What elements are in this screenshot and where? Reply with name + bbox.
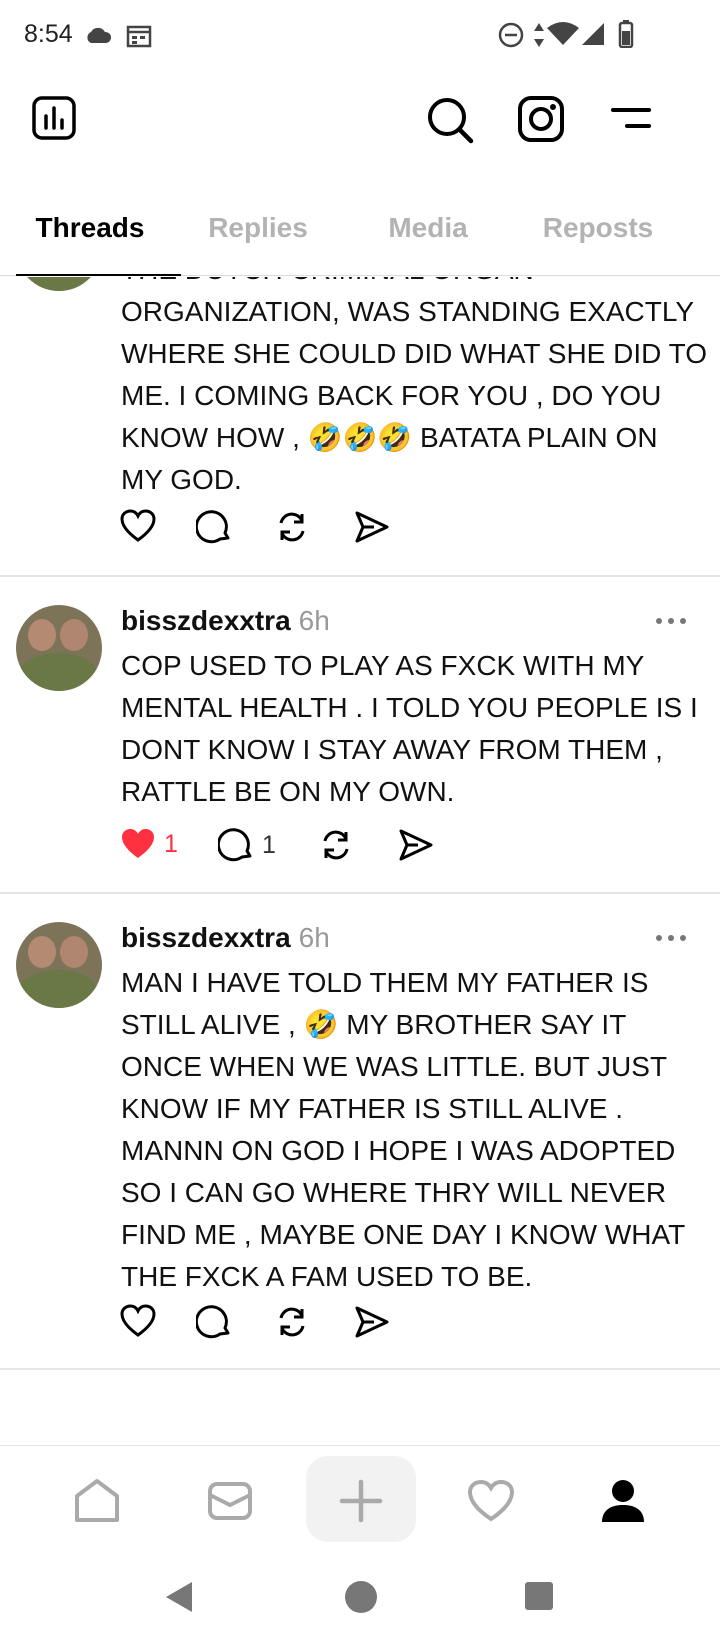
bottom-nav [0, 1445, 720, 1555]
repost-icon[interactable] [318, 827, 354, 863]
profile-icon [602, 1480, 644, 1522]
do-not-disturb-icon [498, 22, 524, 48]
back-icon[interactable] [164, 1580, 194, 1614]
post-header: bisszdexxtra 6h [121, 922, 330, 954]
calendar-icon [126, 25, 152, 48]
like-icon[interactable] [120, 509, 156, 543]
status-time: 8:54 [24, 20, 73, 48]
repost-icon[interactable] [274, 509, 310, 545]
reply-count: 1 [262, 830, 276, 859]
username[interactable]: bisszdexxtra [121, 605, 291, 636]
insights-icon[interactable] [32, 96, 76, 140]
like-button[interactable]: 1 [120, 827, 178, 861]
tab-reposts[interactable]: Reposts [508, 212, 688, 244]
post-text: MAN I HAVE TOLD THEM MY FATHER IS STILL … [121, 967, 686, 1292]
post-actions [118, 1304, 538, 1348]
wifi-icon [547, 22, 579, 45]
battery-icon [618, 20, 634, 48]
post-actions [118, 509, 538, 553]
search-icon[interactable] [426, 96, 474, 144]
cloud-icon [87, 27, 112, 43]
nav-create[interactable] [326, 1466, 396, 1536]
data-arrows-icon [534, 23, 544, 47]
status-bar: 8:54 [0, 0, 720, 72]
top-toolbar [0, 86, 720, 166]
username[interactable]: bisszdexxtra [121, 922, 291, 953]
tab-replies[interactable]: Replies [168, 212, 348, 244]
recents-icon[interactable] [524, 1581, 554, 1611]
thread-post: bisszdexxtra 6h MAN I HAVE TOLD THEM MY F… [0, 894, 720, 1369]
post-text: THE DUTCH CRIMINAL ORGAN ORGANIZATION, W… [121, 277, 707, 495]
active-tab-indicator [16, 274, 181, 276]
activity-icon [467, 1479, 515, 1522]
avatar[interactable] [16, 605, 102, 691]
menu-icon[interactable] [610, 106, 652, 130]
reply-icon [218, 828, 252, 862]
like-count: 1 [164, 829, 178, 858]
like-icon[interactable] [120, 1304, 156, 1338]
share-icon[interactable] [398, 827, 434, 863]
profile-tabs: Threads Replies Media Reposts [0, 190, 720, 276]
nav-inbox[interactable] [195, 1466, 265, 1536]
tab-threads[interactable]: Threads [0, 212, 180, 244]
more-options-icon[interactable] [653, 615, 689, 627]
inbox-icon [208, 1482, 252, 1520]
post-actions: 1 1 [118, 827, 538, 871]
avatar[interactable] [16, 922, 102, 1008]
home-icon [75, 1479, 119, 1522]
post-text: COP USED TO PLAY AS FXCK WITH MY MENTAL … [121, 650, 698, 807]
reply-button[interactable]: 1 [218, 827, 276, 863]
share-icon[interactable] [354, 509, 390, 545]
thread-post: bisszdexxtra 6h COP USED TO PLAY AS FXCK … [0, 577, 720, 892]
post-time: 6h [298, 605, 330, 636]
more-options-icon[interactable] [653, 932, 689, 944]
nav-home[interactable] [62, 1466, 132, 1536]
nav-profile[interactable] [588, 1466, 658, 1536]
home-circle-icon[interactable] [344, 1580, 378, 1614]
thread-post: THE DUTCH CRIMINAL ORGAN ORGANIZATION, W… [0, 277, 720, 576]
repost-icon[interactable] [274, 1304, 310, 1340]
post-divider [0, 1368, 720, 1370]
signal-icon [582, 23, 604, 45]
share-icon[interactable] [354, 1304, 390, 1340]
instagram-icon[interactable] [518, 96, 564, 142]
post-time: 6h [298, 922, 330, 953]
reply-icon[interactable] [196, 509, 232, 545]
threads-feed[interactable]: THE DUTCH CRIMINAL ORGAN ORGANIZATION, W… [0, 277, 720, 1445]
tab-media[interactable]: Media [338, 212, 518, 244]
post-header: bisszdexxtra 6h [121, 605, 330, 637]
create-icon [339, 1479, 383, 1523]
reply-icon[interactable] [196, 1304, 232, 1340]
nav-activity[interactable] [456, 1466, 526, 1536]
system-nav-bar [0, 1560, 720, 1650]
avatar[interactable] [16, 277, 102, 291]
like-icon-filled [122, 829, 154, 858]
